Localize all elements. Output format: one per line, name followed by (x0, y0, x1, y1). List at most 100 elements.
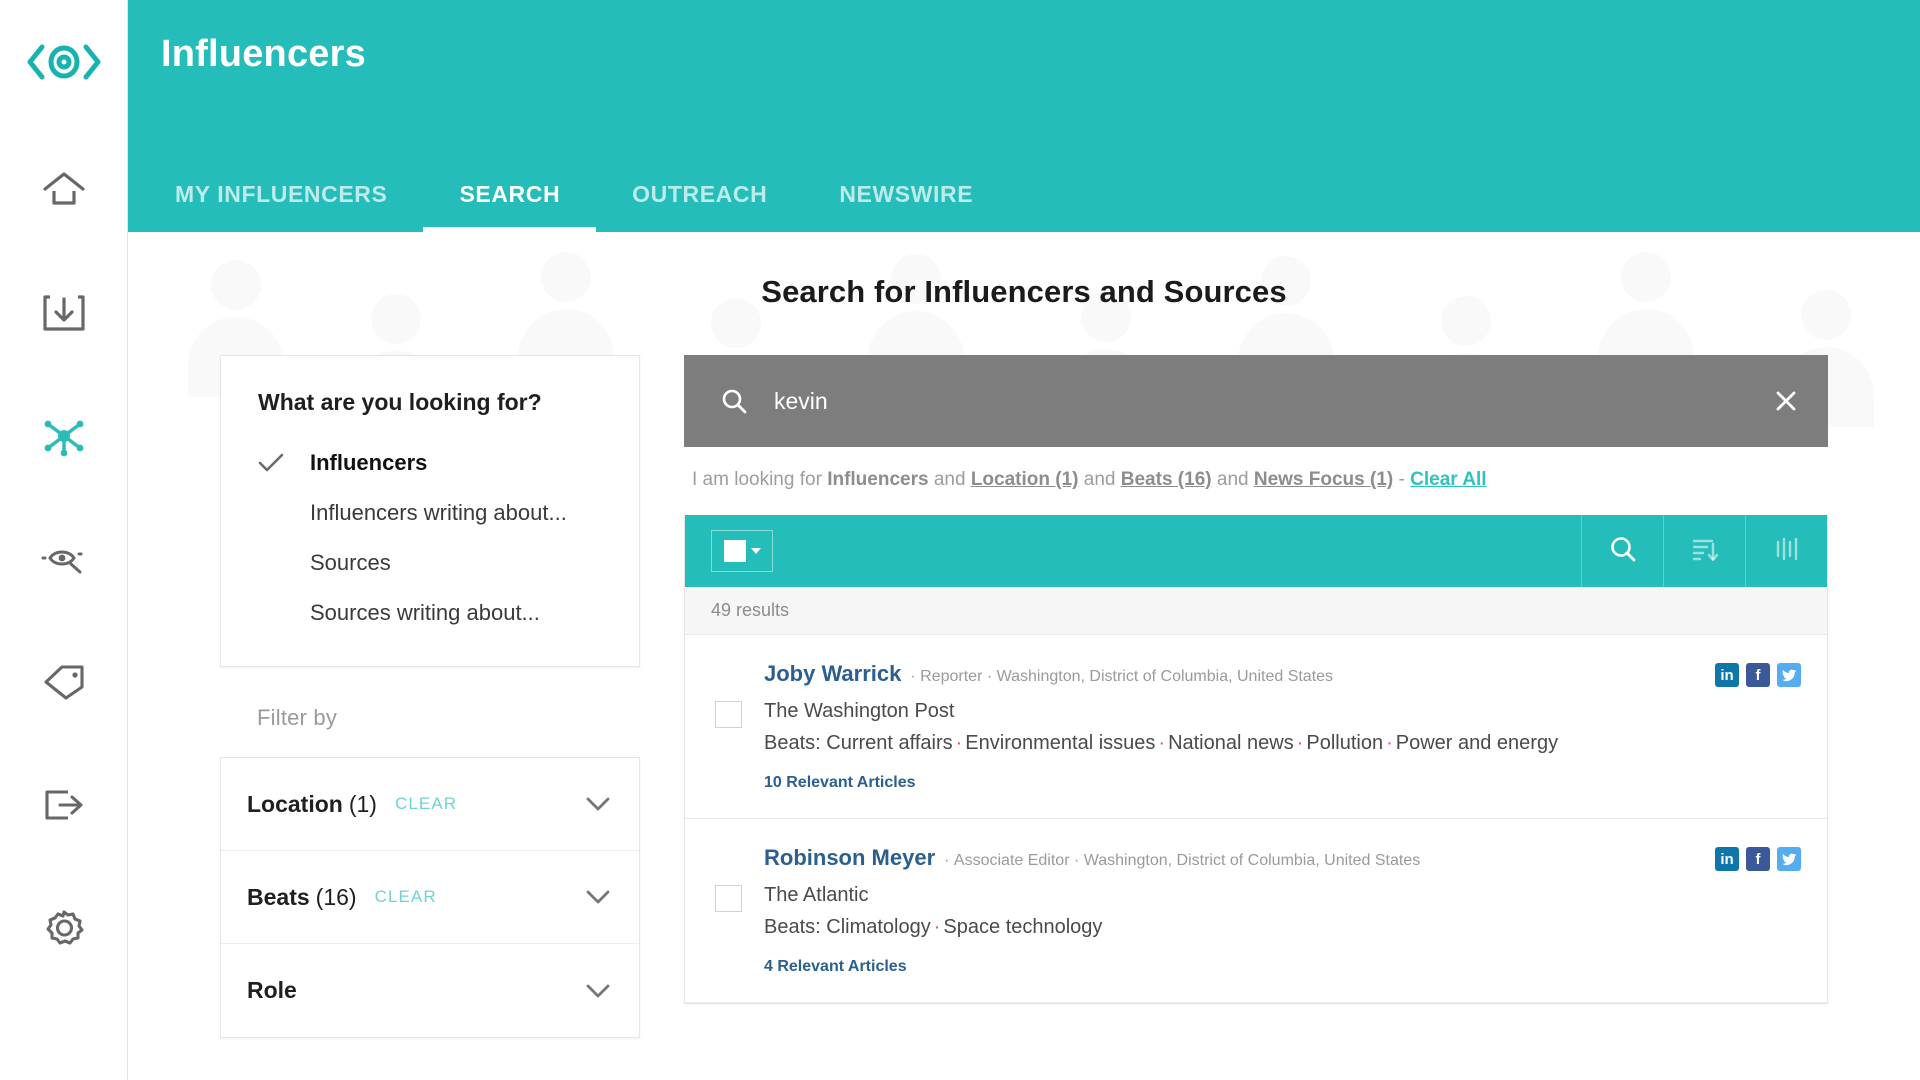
filter-row-role[interactable]: Role (221, 944, 639, 1037)
toolbar-columns-button[interactable] (1745, 515, 1827, 587)
linkedin-icon[interactable]: in (1715, 663, 1739, 687)
query-and-1: and (933, 469, 966, 490)
app-root: Influencers MY INFLUENCERS SEARCH OUTREA… (0, 0, 1920, 1080)
checkbox-icon (723, 540, 746, 562)
filter-label: Beats (247, 883, 310, 910)
filter-clear-button[interactable]: CLEAR (395, 794, 457, 814)
tag-icon (40, 662, 88, 702)
row-content: Joby Warrick · Reporter · Washington, Di… (764, 661, 1697, 792)
looking-for-option-sources-writing-about[interactable]: Sources writing about... (221, 588, 639, 638)
twitter-icon[interactable] (1777, 847, 1801, 871)
filter-count: (1) (348, 790, 377, 817)
search-icon (1608, 534, 1638, 569)
linkedin-icon[interactable]: in (1715, 847, 1739, 871)
search-bar[interactable]: kevin (684, 355, 1828, 447)
query-facet-beats[interactable]: Beats (16) (1121, 469, 1212, 490)
toolbar-search-button[interactable] (1581, 515, 1663, 587)
influencer-role: · Reporter · Washington, District of Col… (910, 668, 1334, 685)
influencer-name[interactable]: Robinson Meyer (764, 845, 935, 871)
looking-for-option-influencers[interactable]: Influencers (221, 438, 639, 488)
results-column: kevin I am looking for Influencers and L… (640, 355, 1920, 1038)
results-count: 49 results (685, 587, 1827, 635)
check-icon (258, 453, 310, 473)
chevron-down-icon[interactable] (585, 889, 611, 905)
chevron-down-icon[interactable] (585, 983, 611, 999)
sidebar-item-home[interactable] (0, 128, 128, 251)
sidebar-rail (0, 0, 128, 1080)
page-body: Search for Influencers and Sources What … (128, 232, 1920, 1080)
option-label: Sources writing about... (310, 600, 540, 625)
app-header: Influencers MY INFLUENCERS SEARCH OUTREA… (128, 0, 1920, 232)
query-facet-news-focus[interactable]: News Focus (1) (1254, 469, 1393, 490)
gear-icon (41, 905, 87, 951)
filter-label: Location (247, 790, 343, 817)
filter-clear-button[interactable]: CLEAR (375, 887, 437, 907)
option-label: Sources (310, 550, 391, 575)
social-links: in f (1715, 661, 1801, 792)
influencer-beats: Beats: Current affairs · Environmental iss… (764, 732, 1559, 754)
sidebar-item-settings[interactable] (0, 866, 128, 989)
home-icon (41, 169, 87, 211)
option-label: Influencers (310, 450, 428, 475)
sidebar-item-influencers[interactable] (0, 374, 128, 497)
select-all-dropdown[interactable] (711, 530, 773, 572)
influencer-outlet: The Washington Post (764, 700, 955, 722)
looking-for-card: What are you looking for? Influencers In… (220, 355, 640, 667)
row-checkbox[interactable] (715, 885, 742, 912)
looking-for-title: What are you looking for? (258, 389, 542, 415)
filter-label: Role (247, 977, 297, 1003)
facebook-icon[interactable]: f (1746, 663, 1770, 687)
chevron-down-icon[interactable] (585, 796, 611, 812)
option-label: Influencers writing about... (310, 500, 567, 525)
influencer-name[interactable]: Joby Warrick (764, 661, 901, 687)
filter-row-beats[interactable]: Beats (16) CLEAR (221, 851, 639, 944)
looking-for-option-influencers-writing-about[interactable]: Influencers writing about... (221, 488, 639, 538)
table-row[interactable]: Robinson Meyer · Associate Editor · Wash… (685, 819, 1827, 1003)
query-summary: I am looking for Influencers and Locatio… (684, 447, 1828, 515)
influencer-beats: Beats: Climatology · Space technology (764, 916, 1103, 938)
inbox-download-icon (41, 291, 87, 335)
query-separator: - (1398, 469, 1405, 490)
sidebar-item-inbox[interactable] (0, 251, 128, 374)
columns-icon (1772, 534, 1802, 569)
tab-outreach[interactable]: OUTREACH (596, 183, 803, 232)
query-and-2: and (1083, 469, 1116, 490)
row-checkbox[interactable] (715, 701, 742, 728)
influencer-outlet: The Atlantic (764, 884, 869, 906)
facebook-icon[interactable]: f (1746, 847, 1770, 871)
app-logo[interactable] (26, 0, 102, 128)
eye-logo-icon (26, 41, 102, 88)
query-prefix: I am looking for (692, 469, 822, 490)
row-header: Robinson Meyer · Associate Editor · Wash… (764, 845, 1697, 871)
tab-bar: MY INFLUENCERS SEARCH OUTREACH NEWSWIRE (161, 183, 1009, 232)
close-icon[interactable] (1772, 387, 1800, 415)
filter-row-location[interactable]: Location (1) CLEAR (221, 758, 639, 851)
filter-accordion: Location (1) CLEAR Beats (16) CLEAR Role (220, 757, 640, 1038)
content-columns: What are you looking for? Influencers In… (128, 310, 1920, 1038)
query-entity: Influencers (827, 469, 929, 490)
filter-by-heading: Filter by (257, 705, 338, 730)
sidebar-item-export[interactable] (0, 743, 128, 866)
row-content: Robinson Meyer · Associate Editor · Wash… (764, 845, 1697, 976)
table-row[interactable]: Joby Warrick · Reporter · Washington, Di… (685, 635, 1827, 819)
toolbar-sort-button[interactable] (1663, 515, 1745, 587)
results-panel: 49 results Joby Warrick · Reporter · Was… (684, 515, 1828, 1004)
filters-column: What are you looking for? Influencers In… (128, 355, 640, 1038)
search-input[interactable]: kevin (774, 388, 1772, 415)
sort-icon (1690, 534, 1720, 569)
tab-newswire[interactable]: NEWSWIRE (803, 183, 1009, 232)
twitter-icon[interactable] (1777, 663, 1801, 687)
filter-count: (16) (315, 883, 357, 910)
query-and-3: and (1216, 469, 1249, 490)
sidebar-item-tags[interactable] (0, 620, 128, 743)
clear-all-button[interactable]: Clear All (1410, 469, 1486, 490)
query-facet-location[interactable]: Location (1) (971, 469, 1079, 490)
relevant-articles-link[interactable]: 4 Relevant Articles (764, 958, 1697, 976)
main-content: Influencers MY INFLUENCERS SEARCH OUTREA… (128, 0, 1920, 1080)
sidebar-item-monitoring[interactable] (0, 497, 128, 620)
tab-search[interactable]: SEARCH (423, 183, 597, 232)
relevant-articles-link[interactable]: 10 Relevant Articles (764, 774, 1697, 792)
looking-for-option-sources[interactable]: Sources (221, 538, 639, 588)
row-header: Joby Warrick · Reporter · Washington, Di… (764, 661, 1697, 687)
tab-my-influencers[interactable]: MY INFLUENCERS (161, 183, 423, 232)
